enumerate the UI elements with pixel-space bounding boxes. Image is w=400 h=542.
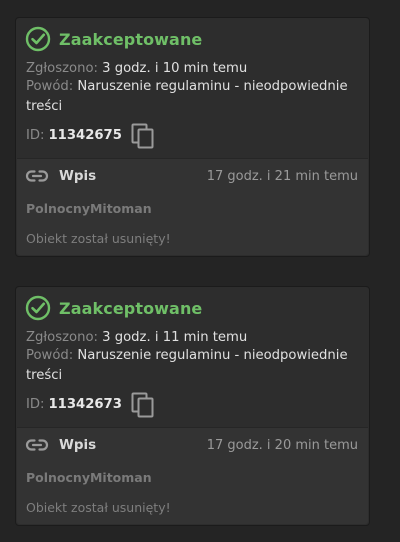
reason-value: Naruszenie regulaminu - nieodpowiednie t…	[26, 79, 348, 114]
item-author[interactable]: PolnocnyMitoman	[26, 201, 152, 216]
reported-item: Wpis 17 godz. i 21 min temu PolnocnyMito…	[17, 158, 368, 255]
id-value: 11342675	[48, 128, 122, 143]
submitted-row: Zgłoszono: 3 godz. i 11 min temu	[26, 328, 361, 348]
item-message: Obiekt został usunięty!	[26, 500, 171, 515]
check-circle-icon	[25, 26, 51, 52]
item-time: 17 godz. i 21 min temu	[206, 168, 358, 184]
submitted-value: 3 godz. i 10 min temu	[102, 61, 248, 76]
id-row: ID: 11342675	[26, 123, 361, 149]
check-circle-icon	[25, 295, 51, 321]
id-label: ID:	[26, 397, 45, 412]
link-icon[interactable]	[25, 437, 49, 453]
item-type-link[interactable]: Wpis	[59, 168, 96, 184]
status-label: Zaakceptowane	[59, 29, 203, 49]
id-value: 11342673	[48, 397, 122, 412]
status-label: Zaakceptowane	[59, 298, 203, 318]
report-card: Zaakceptowane Zgłoszono: 3 godz. i 10 mi…	[15, 17, 370, 257]
item-time: 17 godz. i 20 min temu	[206, 437, 358, 453]
link-icon[interactable]	[25, 168, 49, 184]
submitted-row: Zgłoszono: 3 godz. i 10 min temu	[26, 59, 361, 79]
copy-icon[interactable]	[131, 392, 155, 418]
item-type-link[interactable]: Wpis	[59, 437, 96, 453]
reported-item: Wpis 17 godz. i 20 min temu PolnocnyMito…	[17, 427, 368, 524]
item-author[interactable]: PolnocnyMitoman	[26, 470, 152, 485]
reason-value: Naruszenie regulaminu - nieodpowiednie t…	[26, 348, 348, 383]
reason-label: Powód:	[26, 79, 74, 94]
submitted-label: Zgłoszono:	[26, 61, 98, 76]
reason-row: Powód: Naruszenie regulaminu - nieodpowi…	[26, 77, 361, 117]
reason-label: Powód:	[26, 348, 74, 363]
report-card: Zaakceptowane Zgłoszono: 3 godz. i 11 mi…	[15, 286, 370, 526]
submitted-label: Zgłoszono:	[26, 330, 98, 345]
copy-icon[interactable]	[131, 123, 155, 149]
reported-item-header: Wpis 17 godz. i 21 min temu	[25, 168, 358, 184]
status-row: Zaakceptowane	[25, 295, 202, 321]
submitted-value: 3 godz. i 11 min temu	[102, 330, 248, 345]
reported-item-header: Wpis 17 godz. i 20 min temu	[25, 437, 358, 453]
status-row: Zaakceptowane	[25, 26, 202, 52]
id-row: ID: 11342673	[26, 392, 361, 418]
id-label: ID:	[26, 128, 45, 143]
reason-row: Powód: Naruszenie regulaminu - nieodpowi…	[26, 346, 361, 386]
item-message: Obiekt został usunięty!	[26, 231, 171, 246]
